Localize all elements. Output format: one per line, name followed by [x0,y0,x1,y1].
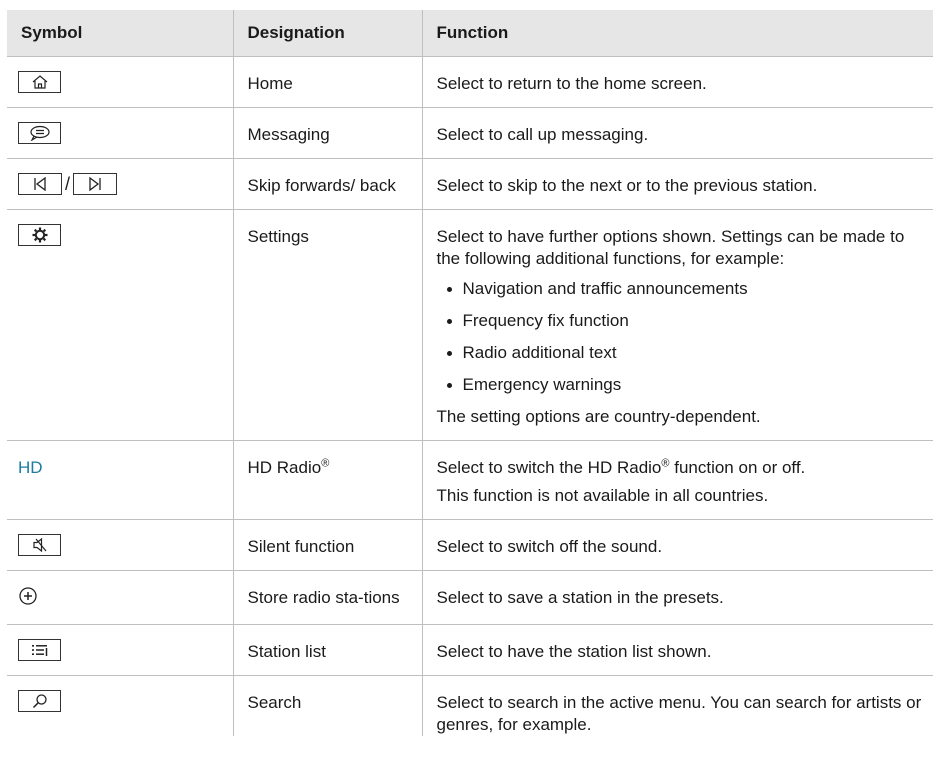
symbol-table: Symbol Designation Function Home Select … [7,10,933,736]
search-icon [18,689,61,712]
designation-cell: Silent function [232,519,422,571]
function-cell: Select to have the station list shown. [421,624,933,676]
designation-cell: Home [232,56,422,108]
list-item: Navigation and traffic announcements [446,278,924,300]
table-row-home: Home Select to return to the home screen… [7,56,933,108]
registered-mark: ® [661,457,670,470]
list-item: Emergency warnings [446,374,924,396]
designation-cell: Search [232,675,422,736]
table-row-settings: Settings Select to have further options … [7,209,933,441]
function-cell: Select to call up messaging. [421,107,933,159]
designation-cell: Messaging [232,107,422,159]
settings-icon [18,223,61,246]
messaging-icon [18,121,61,144]
function-cell: Select to search in the active menu. You… [421,675,933,736]
table-row-silent: Silent function Select to switch off the… [7,519,933,571]
function-cell: Select to switch the HD Radio® function … [421,440,933,520]
function-cell: Select to switch off the sound. [421,519,933,571]
settings-bullet-list: Navigation and traffic announcements Fre… [437,278,924,396]
designation-cell: HD Radio® [232,440,422,520]
table-header-row: Symbol Designation Function [7,10,933,57]
function-cell: Select to return to the home screen. [421,56,933,108]
table-row-search: Search Select to search in the active me… [7,675,933,736]
table-row-store-stations: Store radio sta-tions Select to save a s… [7,570,933,625]
function-cell: Select to have further options shown. Se… [421,209,933,441]
function-cell: Select to skip to the next or to the pre… [421,158,933,210]
table-row-hd-radio: HD HD Radio® Select to switch the HD Rad… [7,440,933,520]
function-note: The setting options are country-dependen… [436,407,761,426]
header-designation: Designation [232,10,422,57]
function-text: Select to switch the HD Radio [436,458,662,477]
table-row-skip: / Skip forwards/ back Select to skip to … [7,158,933,210]
add-circle-icon [18,584,38,612]
hd-symbol: HD [18,458,43,477]
station-list-icon [18,638,61,661]
list-item: Frequency fix function [446,310,924,332]
designation-text: HD Radio [247,458,322,477]
skip-back-icon [18,172,62,195]
registered-mark: ® [321,457,330,470]
designation-cell: Station list [232,624,422,676]
table-row-messaging: Messaging Select to call up messaging. [7,107,933,159]
skip-forward-icon [73,172,118,195]
function-cell: Select to save a station in the presets. [421,570,933,625]
home-icon [18,70,61,93]
function-note: This function is not available in all co… [436,486,769,505]
designation-cell: Skip forwards/ back [232,158,422,210]
mute-speaker-icon [18,533,61,556]
table-row-station-list: Station list Select to have the station … [7,624,933,676]
function-text-end: function on or off. [669,458,806,477]
header-function: Function [421,10,933,57]
list-item: Radio additional text [446,342,924,364]
symbol-separator: / [65,173,71,194]
designation-cell: Store radio sta-tions [232,570,422,625]
function-text: Select to have further options shown. Se… [436,227,905,268]
header-symbol: Symbol [7,10,233,57]
designation-cell: Settings [232,209,422,441]
